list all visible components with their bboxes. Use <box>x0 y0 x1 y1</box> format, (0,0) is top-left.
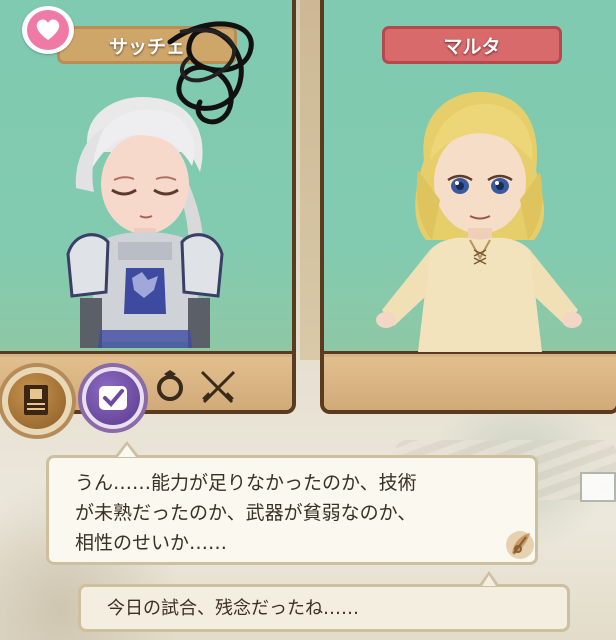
reply-tail <box>479 571 499 586</box>
favorite-button[interactable] <box>22 6 74 54</box>
right-panel-tray <box>324 357 616 410</box>
left-character-panel: サッチェ <box>0 0 296 414</box>
dialogue-line: うん……能力が足りなかったのか、技術 <box>75 472 417 494</box>
checkmark-icon <box>99 386 127 410</box>
dialogue-bubble: うん……能力が足りなかったのか、技術 が未熟だったのか、武器が貧弱なのか、 相性… <box>46 441 538 565</box>
crossed-swords-icon[interactable] <box>198 368 238 406</box>
background-sign <box>580 472 616 502</box>
dialogue-tail <box>115 441 139 457</box>
notebook-icon <box>24 385 48 415</box>
quill-next-icon[interactable] <box>500 525 542 567</box>
notes-button[interactable] <box>0 363 76 439</box>
heart-icon <box>36 19 60 40</box>
right-character-panel: マルタ <box>320 0 616 414</box>
right-character-name: マルタ <box>382 26 562 64</box>
dialogue-line: 相性のせいか…… <box>75 532 228 554</box>
reply-text: 今日の試合、残念だったね…… <box>107 598 359 619</box>
scribble-overlay <box>167 21 254 125</box>
reply-option[interactable]: 今日の試合、残念だったね…… <box>78 571 570 632</box>
ring-icon[interactable] <box>152 368 188 404</box>
right-character-avatar[interactable] <box>374 90 584 354</box>
dialogue-line: が未熟だったのか、武器が貧弱なのか、 <box>75 502 417 524</box>
check-button[interactable] <box>78 363 148 433</box>
